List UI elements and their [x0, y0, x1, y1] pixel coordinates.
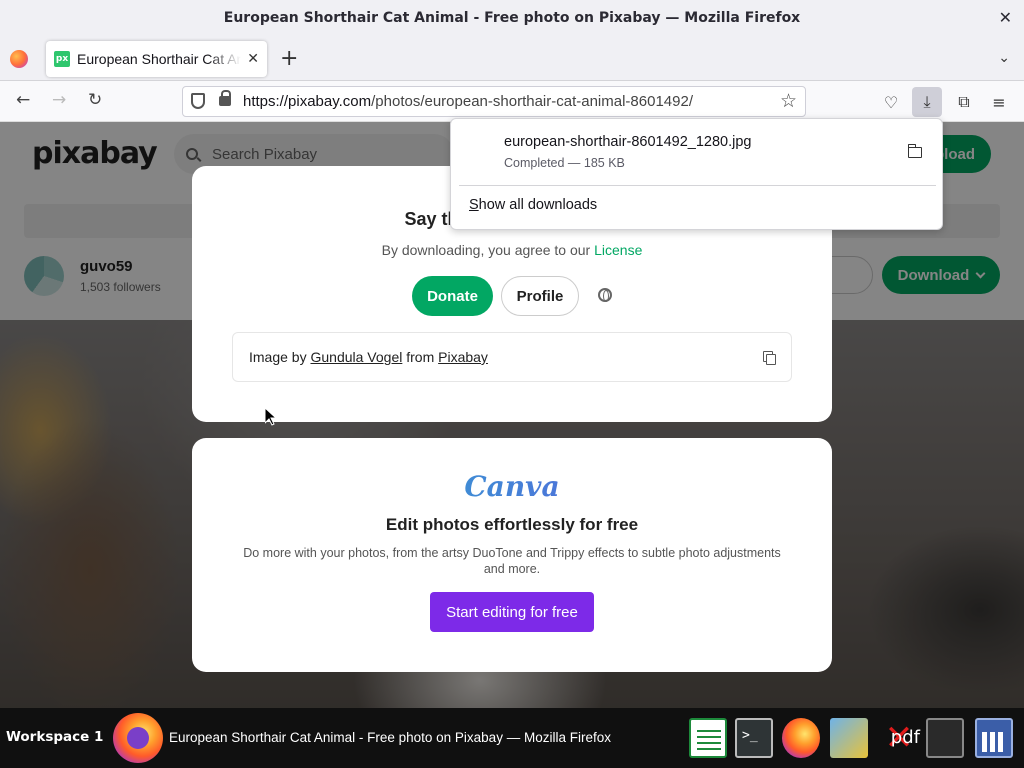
author-link[interactable]: Gundula Vogel: [310, 349, 402, 365]
url-bar[interactable]: https://pixabay.com/photos/european-shor…: [182, 86, 806, 117]
attribution-box: Image by Gundula Vogel from Pixabay: [232, 332, 792, 382]
url-text[interactable]: https://pixabay.com/photos/european-shor…: [243, 93, 693, 110]
firefox-launcher-icon[interactable]: [782, 718, 820, 758]
spreadsheet-icon[interactable]: [689, 718, 727, 758]
window-close-button[interactable]: ✕: [999, 8, 1012, 27]
start-editing-button[interactable]: Start editing for free: [430, 592, 594, 632]
firefox-taskbar-icon[interactable]: [113, 713, 163, 763]
back-button[interactable]: ←: [16, 90, 30, 110]
workspace-label[interactable]: Workspace 1: [6, 729, 103, 745]
copy-icon[interactable]: [763, 351, 776, 365]
window-titlebar: European Shorthair Cat Animal - Free pho…: [0, 0, 1024, 36]
license-link[interactable]: License: [594, 242, 642, 258]
download-filename[interactable]: european-shorthair-8601492_1280.jpg: [504, 134, 752, 150]
taskbar: Workspace 1 European Shorthair Cat Anima…: [0, 708, 1024, 768]
donate-button[interactable]: Donate: [412, 276, 493, 316]
taskbar-window-title[interactable]: European Shorthair Cat Animal - Free pho…: [169, 730, 611, 745]
text-editor-icon[interactable]: [926, 718, 964, 758]
bookmark-star-icon[interactable]: ☆: [780, 90, 797, 113]
profile-button[interactable]: Profile: [501, 276, 579, 316]
pocket-icon[interactable]: ♡: [876, 87, 906, 117]
folder-icon[interactable]: [907, 144, 922, 158]
terminal-icon[interactable]: [735, 718, 773, 758]
license-notice: By downloading, you agree to our License: [381, 242, 643, 258]
canva-description: Do more with your photos, from the artsy…: [243, 546, 781, 576]
extensions-icon[interactable]: ⧉: [949, 87, 979, 117]
canva-promo-card: Canva Edit photos effortlessly for free …: [192, 438, 832, 672]
tracking-protection-icon[interactable]: [191, 93, 205, 109]
show-all-rest: how all downloads: [478, 197, 598, 213]
pixabay-favicon-icon: px: [54, 51, 70, 67]
lock-icon[interactable]: [219, 90, 231, 106]
canva-logo: Canva: [192, 470, 832, 503]
canva-title: Edit photos effortlessly for free: [385, 515, 639, 534]
firefox-view-icon[interactable]: [10, 50, 28, 68]
tab-strip: px European Shorthair Cat Animal - Free …: [0, 36, 1024, 81]
new-tab-button[interactable]: +: [280, 46, 298, 71]
forward-button[interactable]: →: [52, 90, 66, 110]
tab-label: European Shorthair Cat Animal - Free pho…: [77, 51, 242, 67]
list-all-tabs-button[interactable]: ⌄: [998, 50, 1010, 66]
accesskey-s: S: [469, 197, 479, 213]
downloads-panel: european-shorthair-8601492_1280.jpg Comp…: [450, 118, 943, 230]
show-all-downloads-button[interactable]: Show all downloads: [469, 197, 597, 213]
calculator-icon[interactable]: [975, 718, 1013, 758]
download-status: Completed — 185 KB: [504, 156, 625, 170]
reload-button[interactable]: ↻: [88, 90, 102, 110]
window-title: European Shorthair Cat Animal - Free pho…: [223, 10, 801, 26]
divider: [459, 185, 936, 186]
pdf-app-icon[interactable]: pdf: [880, 718, 920, 758]
tab-close-button[interactable]: ✕: [247, 51, 259, 67]
navigation-toolbar: ← → ↻ https://pixabay.com/photos/europea…: [0, 81, 1024, 122]
image-viewer-icon[interactable]: [830, 718, 868, 758]
globe-icon[interactable]: [598, 288, 612, 302]
tab-pixabay[interactable]: px European Shorthair Cat Animal - Free …: [46, 41, 267, 77]
downloads-button[interactable]: ⤓: [912, 87, 942, 117]
pixabay-link[interactable]: Pixabay: [438, 349, 488, 365]
app-menu-button[interactable]: ≡: [984, 87, 1014, 117]
